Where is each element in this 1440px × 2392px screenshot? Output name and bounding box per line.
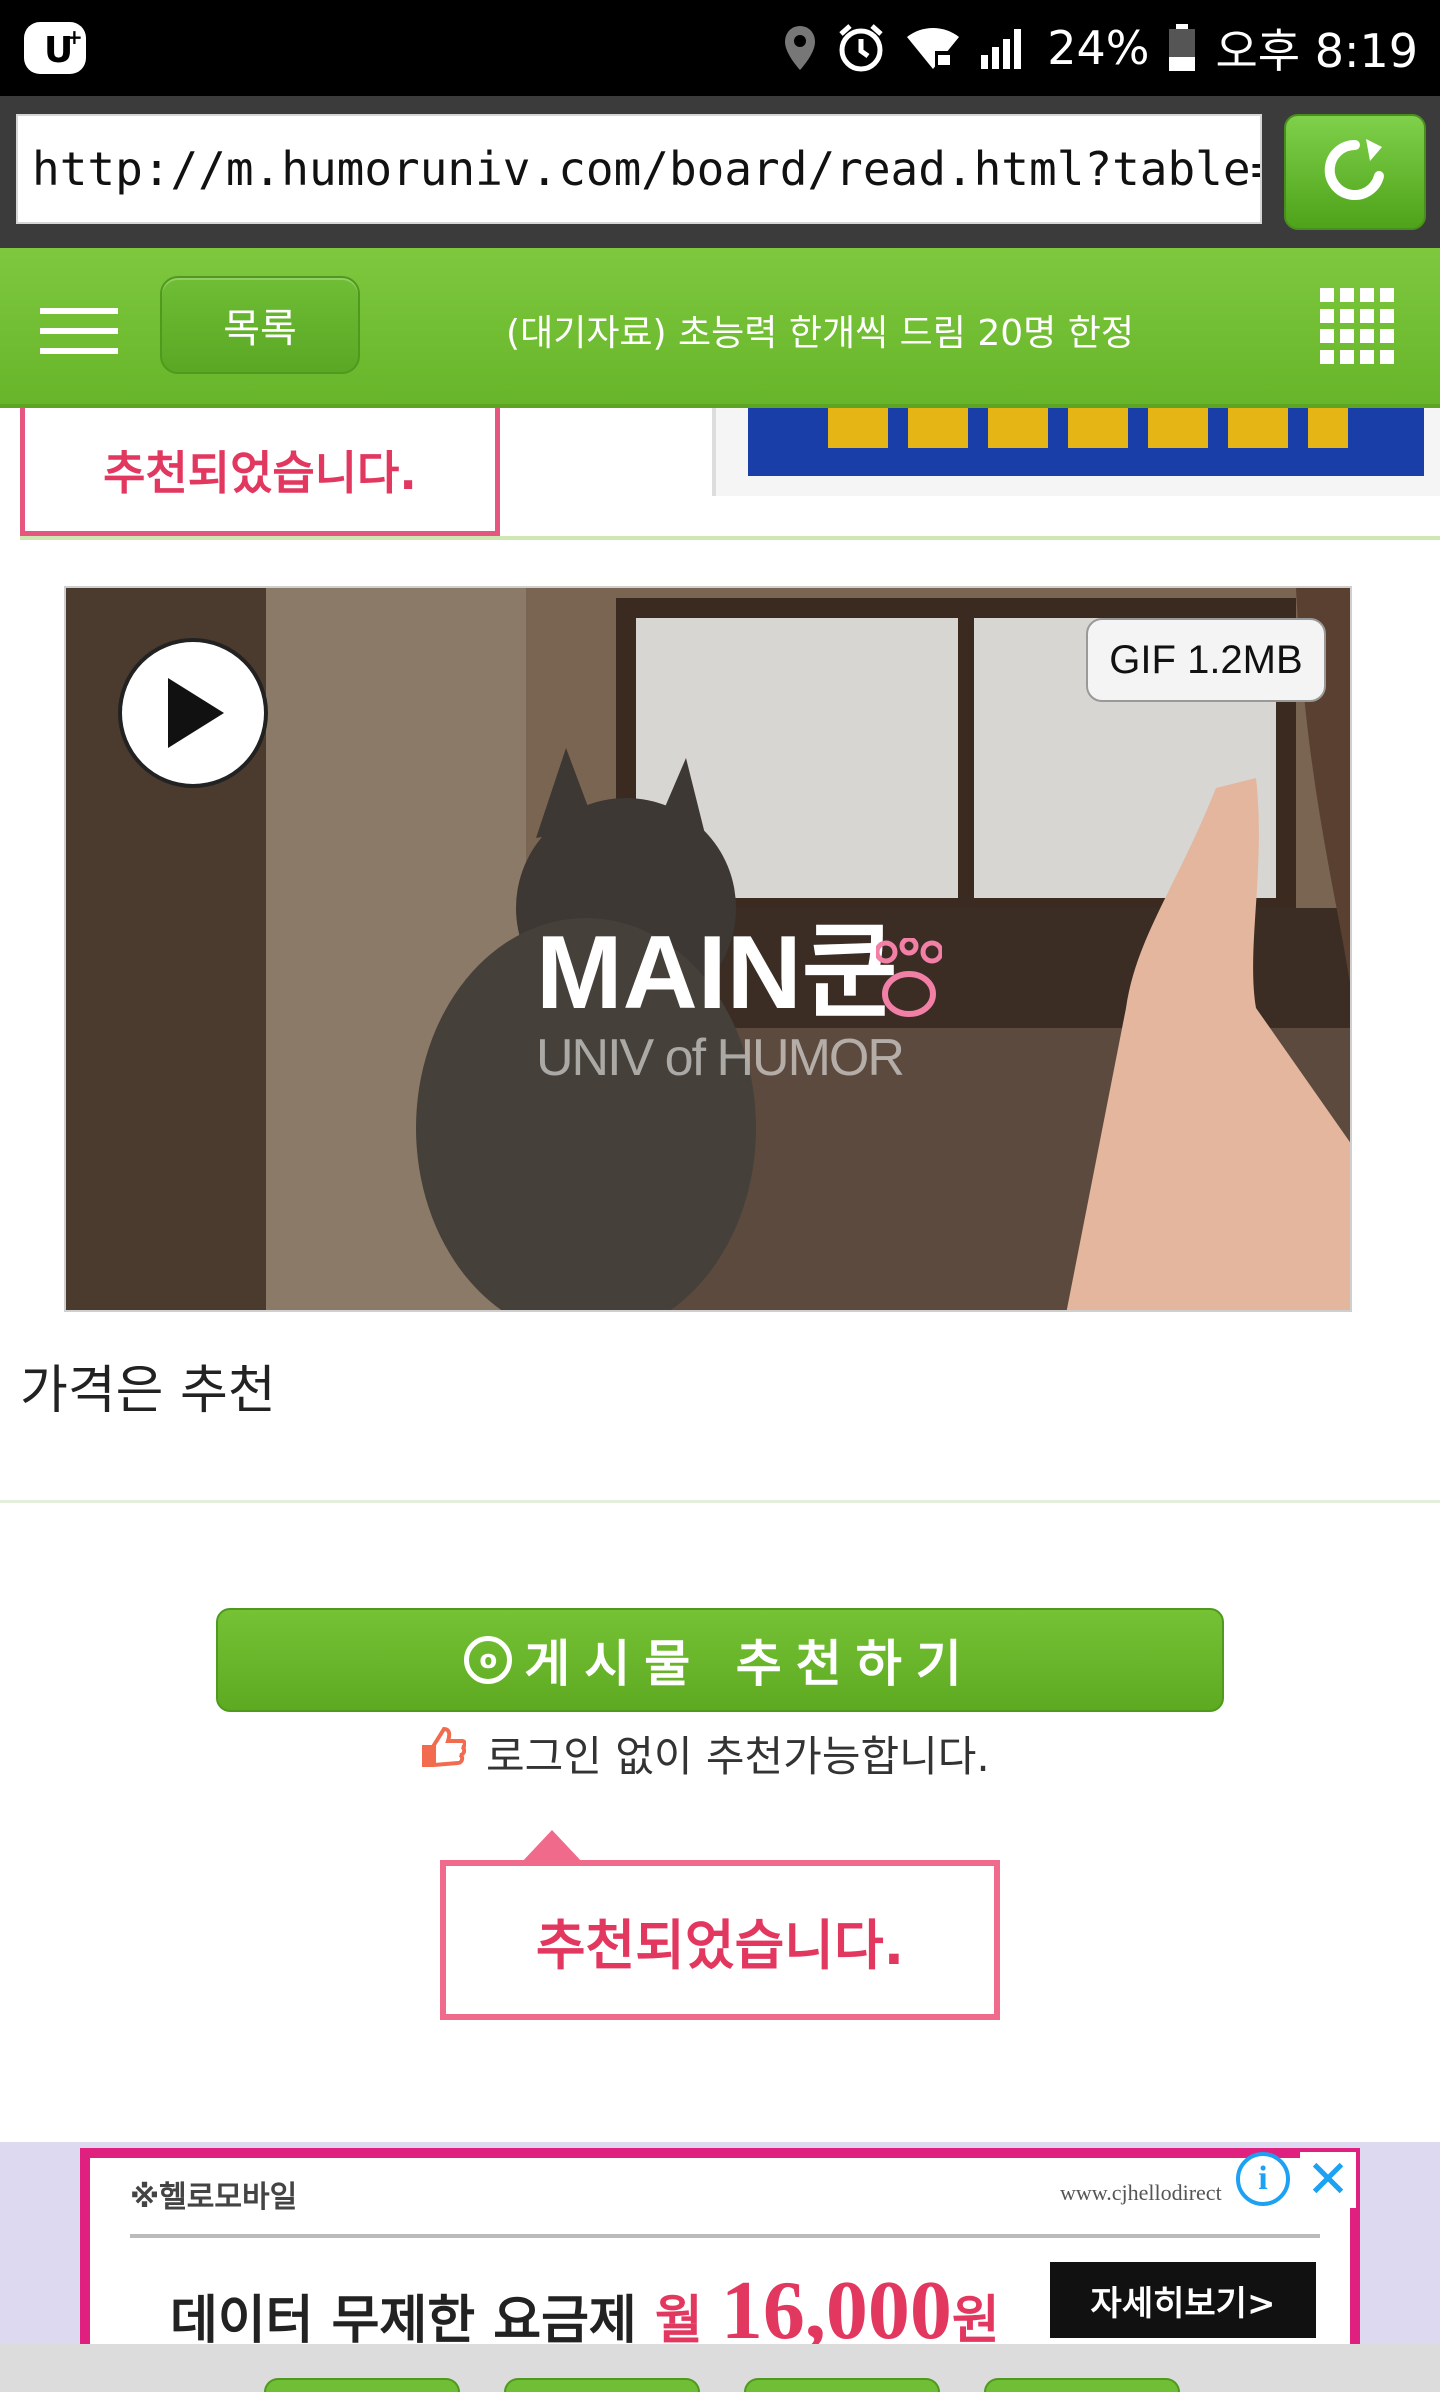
recommend-post-button[interactable]: o 게시물 추천하기	[216, 1608, 1224, 1712]
gif-player[interactable]: GIF 1.2MB MAIN쿤 UNIV of HUMOR	[64, 586, 1352, 1312]
bottom-ad-banner[interactable]: ※헬로모바일 www.cjhellodirect 데이터 무제한 요금제 월 1…	[80, 2148, 1360, 2357]
ad-headline-text: 데이터 무제한 요금제	[170, 2291, 655, 2351]
reload-button[interactable]	[1284, 114, 1426, 230]
browser-toolbar: http://m.humoruniv.com/board/read.html?t…	[0, 96, 1440, 248]
watermark-sub: UNIV of HUMOR	[536, 1029, 905, 1087]
recommend-circle-icon: o	[464, 1636, 513, 1684]
play-button[interactable]	[118, 638, 268, 788]
apps-grid-icon[interactable]	[1320, 288, 1396, 364]
menu-button[interactable]	[40, 308, 118, 354]
bottom-tabs	[264, 2378, 1180, 2392]
signal-icon	[979, 25, 1029, 71]
battery-percent: 24%	[1047, 21, 1150, 75]
ad-won-suffix: 원	[951, 2291, 1000, 2351]
site-header: 목록 (대기자료) 초능력 한개씩 드림 20명 한정	[0, 248, 1440, 408]
carrier-logo-icon: U +	[22, 20, 88, 76]
status-bar: U + 24% 오후 8:19	[0, 0, 1440, 96]
recommended-notice: 추천되었습니다.	[440, 1860, 1000, 2020]
bottom-tab[interactable]	[264, 2378, 460, 2392]
gif-size-badge: GIF 1.2MB	[1086, 618, 1326, 702]
post-caption: 가격은 추천	[20, 1361, 276, 1421]
login-note: 로그인 없이 추천가능합니다.	[420, 1718, 990, 1788]
wifi-icon	[905, 25, 961, 71]
svg-text:+: +	[66, 25, 83, 49]
ad-brand: ※헬로모바일	[130, 2180, 298, 2215]
divider	[20, 536, 1440, 540]
ad-divider	[130, 2234, 1320, 2238]
paw-icon	[876, 938, 942, 1018]
login-note-text: 로그인 없이 추천가능합니다.	[486, 1731, 990, 1781]
watermark-main: MAIN쿤	[536, 915, 898, 1031]
ad-info-icon[interactable]: i	[1236, 2152, 1290, 2206]
alarm-icon	[835, 22, 887, 74]
divider	[0, 1500, 1440, 1503]
address-bar[interactable]: http://m.humoruniv.com/board/read.html?t…	[16, 114, 1262, 224]
clock: 오후 8:19	[1215, 24, 1418, 78]
ad-close-icon[interactable]: ✕	[1300, 2150, 1356, 2210]
play-icon	[168, 678, 224, 748]
watermark: MAIN쿤 UNIV of HUMOR	[536, 915, 905, 1088]
hamburger-icon	[40, 308, 118, 354]
top-ad-image	[748, 408, 1424, 476]
thumbs-up-icon	[420, 1726, 467, 1779]
list-button[interactable]: 목록	[160, 276, 360, 374]
recommend-button-label: 게시물 추천하기	[524, 1635, 976, 1693]
ad-details-button[interactable]: 자세히보기>	[1050, 2262, 1316, 2338]
ad-url: www.cjhellodirect	[1060, 2180, 1222, 2205]
bottom-tab[interactable]	[504, 2378, 700, 2392]
reload-icon	[1320, 135, 1390, 209]
ad-won-label: 월	[654, 2291, 721, 2351]
bottom-tab[interactable]	[984, 2378, 1180, 2392]
recommended-notice-top: 추천되었습니다.	[20, 408, 500, 536]
location-icon	[783, 24, 817, 72]
top-ad-banner[interactable]	[712, 408, 1440, 496]
page-title: (대기자료) 초능력 한개씩 드림 20명 한정	[506, 313, 1134, 354]
battery-icon	[1167, 23, 1197, 73]
bottom-tab[interactable]	[744, 2378, 940, 2392]
notice-arrow	[520, 1830, 584, 1864]
